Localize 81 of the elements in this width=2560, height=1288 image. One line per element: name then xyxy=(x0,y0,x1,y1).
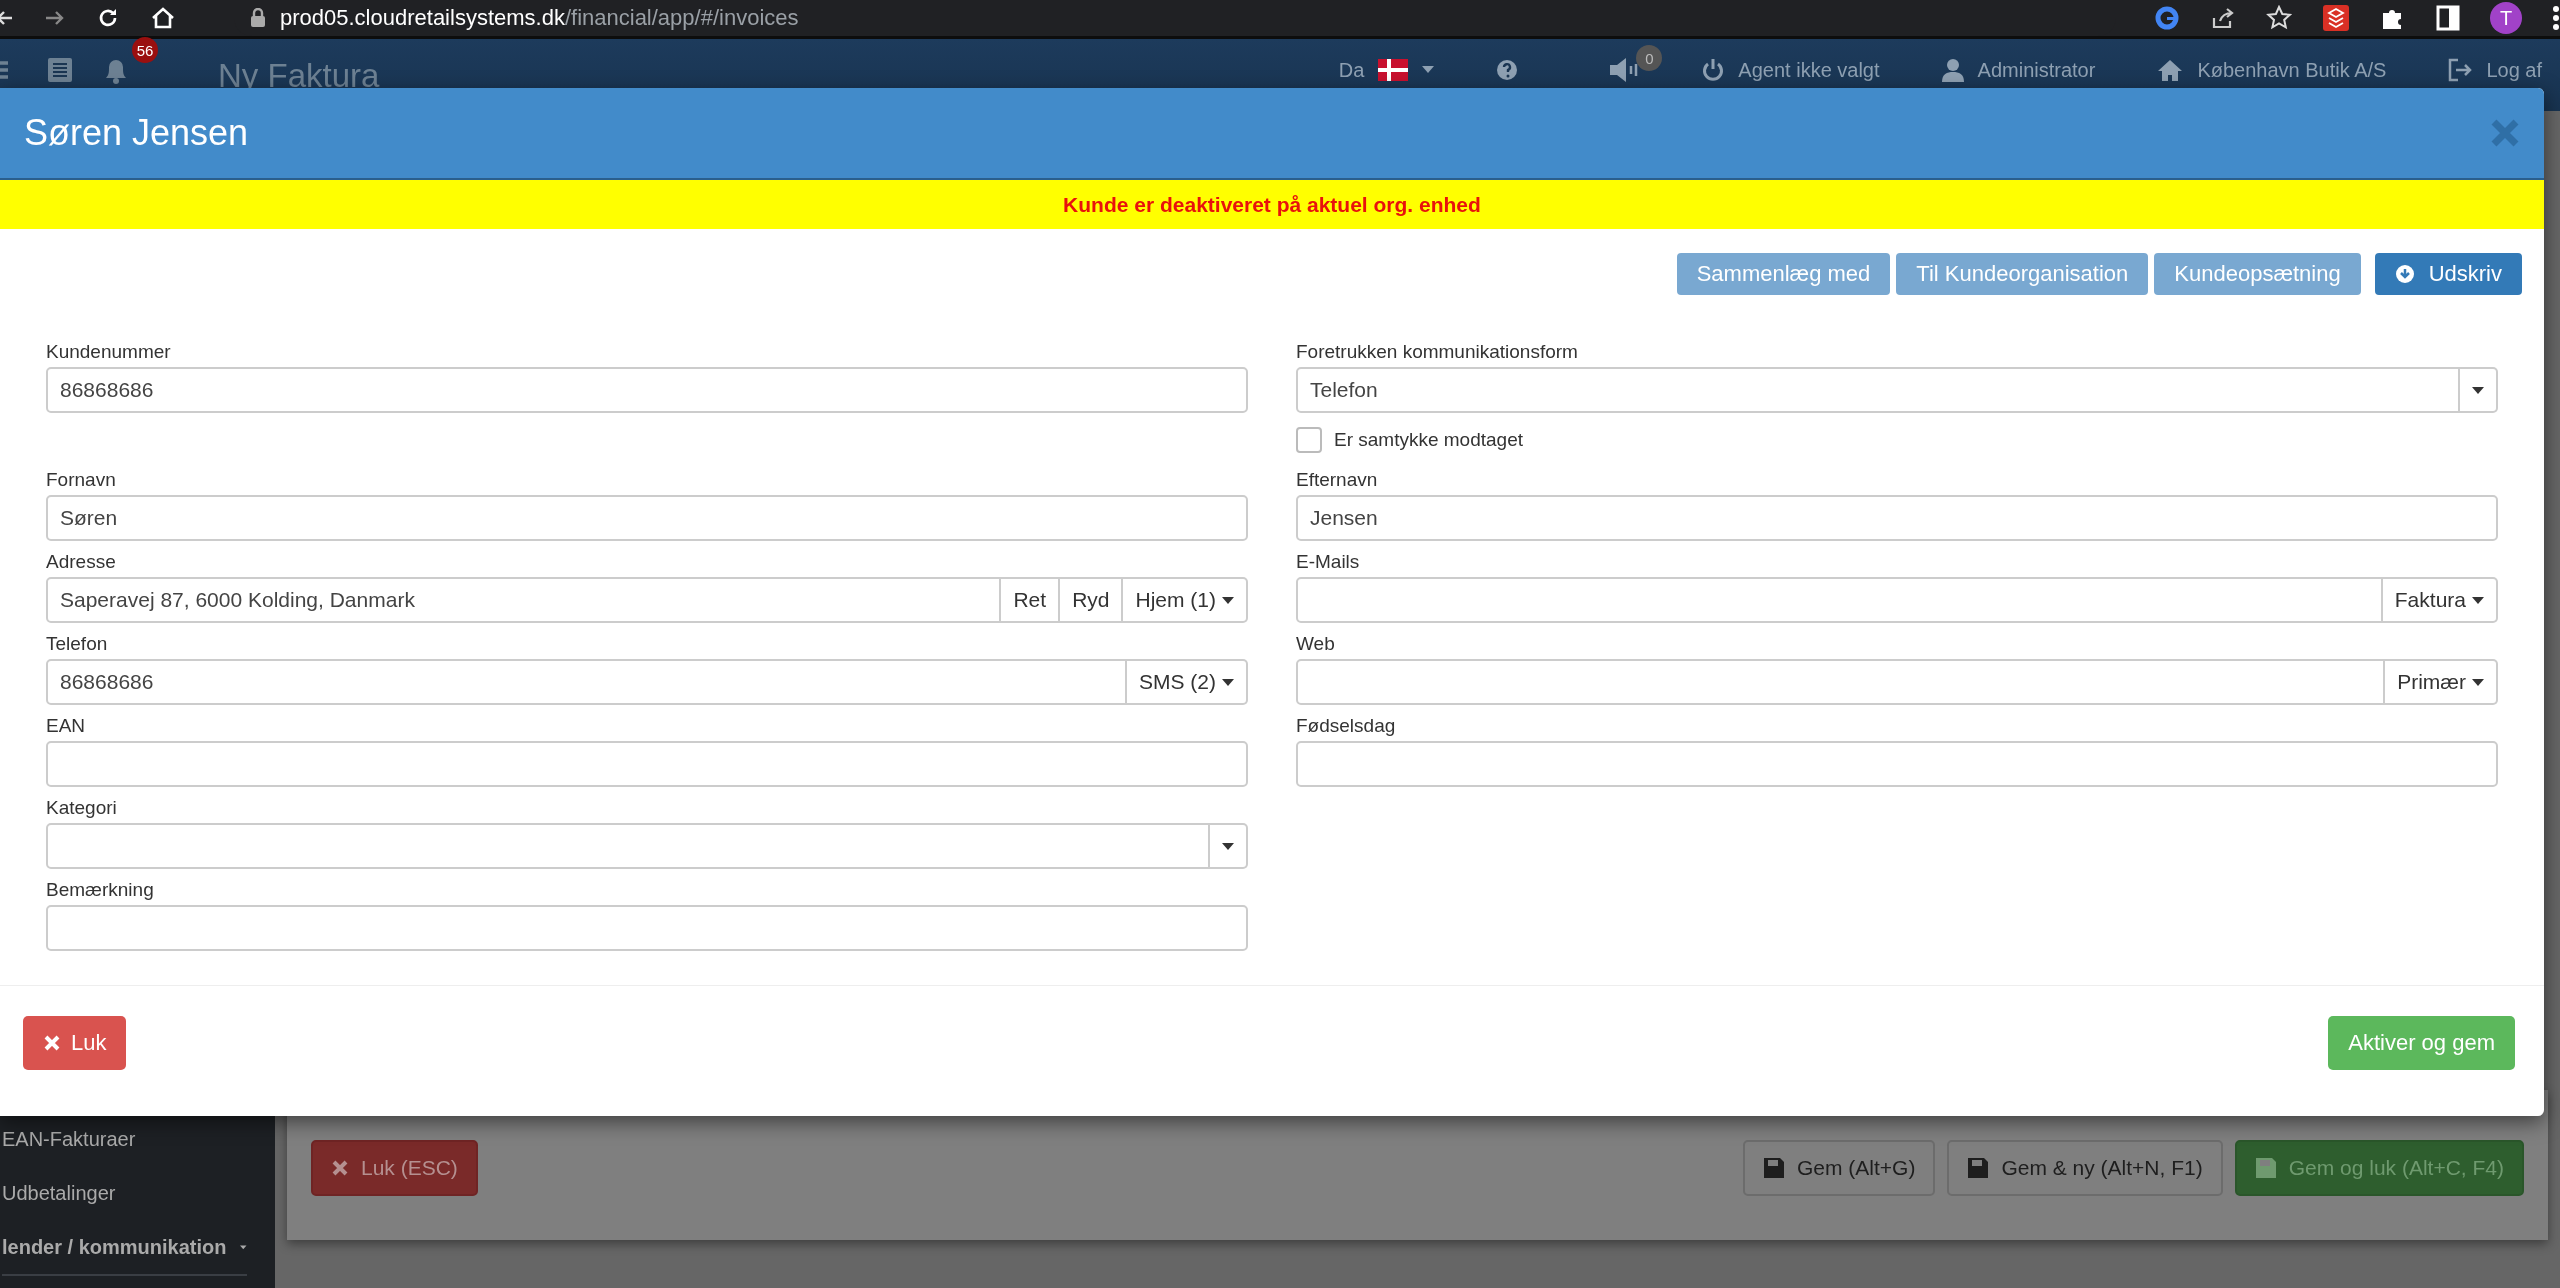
dialog-title: Søren Jensen xyxy=(24,112,249,154)
addon-button[interactable]: Primær xyxy=(2385,659,2498,705)
logout-icon xyxy=(2448,58,2473,82)
profile-avatar[interactable]: T xyxy=(2490,2,2522,34)
addon-button[interactable]: Hjem (1) xyxy=(1123,577,1248,623)
share-icon[interactable] xyxy=(2210,6,2236,30)
more-icon[interactable] xyxy=(2552,5,2560,31)
lock-icon xyxy=(250,8,266,28)
field-label: Adresse xyxy=(46,551,117,574)
caret-icon xyxy=(1222,678,1234,686)
logout-link[interactable]: Log af xyxy=(2448,58,2542,82)
language-selector[interactable]: Da xyxy=(1338,58,1435,82)
help-icon[interactable] xyxy=(1496,59,1519,81)
caret-icon xyxy=(1422,66,1435,74)
star-icon[interactable] xyxy=(2266,5,2292,31)
field-label: E-Mails xyxy=(1296,551,1361,574)
google-icon[interactable] xyxy=(2154,5,2180,31)
input-field[interactable] xyxy=(1296,577,2383,623)
input-field[interactable] xyxy=(1296,659,2386,705)
caret-icon xyxy=(2472,678,2484,686)
caret-icon xyxy=(2472,386,2484,394)
input-field[interactable]: Jensen xyxy=(1296,495,2498,541)
field-label: Fødselsdag xyxy=(1296,715,1397,738)
url-path: /financial/app/#/invoices xyxy=(564,5,799,30)
field-label: Foretrukken kommunikationsform xyxy=(1296,341,1579,364)
caret-icon xyxy=(2472,596,2484,604)
sidebar-icon[interactable] xyxy=(2436,5,2460,31)
addon-button[interactable]: SMS (2) xyxy=(1127,659,1248,705)
input-field[interactable]: 86868686 xyxy=(46,367,1248,413)
checkbox-label: Er samtykke modtaget xyxy=(1334,429,1524,451)
warning-text: Kunde er deaktiveret på aktuel org. enhed xyxy=(1063,192,1481,217)
addon-button[interactable]: Ret xyxy=(1001,577,1061,623)
close-icon xyxy=(331,1159,349,1177)
notification-badge: 56 xyxy=(132,37,158,63)
field-label: Bemærkning xyxy=(46,879,155,902)
select-field[interactable]: Telefon xyxy=(1296,367,2460,413)
dropdown-button[interactable] xyxy=(1210,823,1248,869)
field-label: Telefon xyxy=(46,633,109,656)
sound-badge: 0 xyxy=(1636,45,1663,71)
input-field[interactable]: Saperavej 87, 6000 Kolding, Danmark xyxy=(46,577,1002,623)
addon-button[interactable]: Ryd xyxy=(1060,577,1124,623)
input-field[interactable]: Søren xyxy=(46,495,1248,541)
input-field[interactable] xyxy=(1296,741,2498,787)
danish-flag-icon xyxy=(1378,59,1409,81)
field-label: Efternavn xyxy=(1296,469,1379,492)
floppy-icon xyxy=(2254,1157,2277,1179)
save-button[interactable]: Gem & ny (Alt+N, F1) xyxy=(1947,1140,2223,1196)
caret-icon xyxy=(1222,842,1234,850)
field-label: EAN xyxy=(46,715,87,738)
caret-icon xyxy=(1222,596,1234,604)
user-link[interactable]: Administrator xyxy=(1941,58,2096,82)
caret-icon xyxy=(240,1242,247,1252)
home-icon[interactable] xyxy=(150,6,176,30)
field-label: Fornavn xyxy=(46,469,117,492)
home-icon xyxy=(2157,59,2184,81)
print-button[interactable]: Udskriv xyxy=(2374,253,2522,295)
close-button[interactable]: Luk xyxy=(23,1016,127,1070)
sidebar-item[interactable]: Udbetalinger xyxy=(2,1166,275,1220)
field-label: Kundenummer xyxy=(46,341,172,364)
list-icon[interactable] xyxy=(46,56,74,84)
input-field[interactable]: 86868686 xyxy=(46,659,1127,705)
input-field[interactable] xyxy=(46,741,1248,787)
checkbox[interactable] xyxy=(1296,427,1322,453)
user-icon xyxy=(1941,58,1964,82)
url-host: prod05.cloudretailsystems.dk xyxy=(280,5,565,30)
input-field[interactable] xyxy=(46,905,1248,951)
field-label: Web xyxy=(1296,633,1336,656)
field-label: Kategori xyxy=(46,797,118,820)
select-field[interactable] xyxy=(46,823,1210,869)
close-icon xyxy=(43,1034,61,1052)
extension-icon[interactable] xyxy=(2322,4,2350,32)
save-button[interactable]: Gem (Alt+G) xyxy=(1742,1140,1936,1196)
shop-link[interactable]: København Butik A/S xyxy=(2157,58,2387,82)
agent-link[interactable]: Agent ikke valgt xyxy=(1702,58,1880,82)
floppy-icon xyxy=(1762,1157,1785,1179)
power-icon xyxy=(1702,58,1725,82)
dropdown-button[interactable] xyxy=(2460,367,2498,413)
addon-button[interactable]: Faktura xyxy=(2382,577,2498,623)
sidebar-item[interactable]: lender / kommunikation xyxy=(2,1220,247,1276)
sidebar-item[interactable]: EAN-Fakturaer xyxy=(2,1112,275,1166)
floppy-icon xyxy=(1967,1157,1990,1179)
